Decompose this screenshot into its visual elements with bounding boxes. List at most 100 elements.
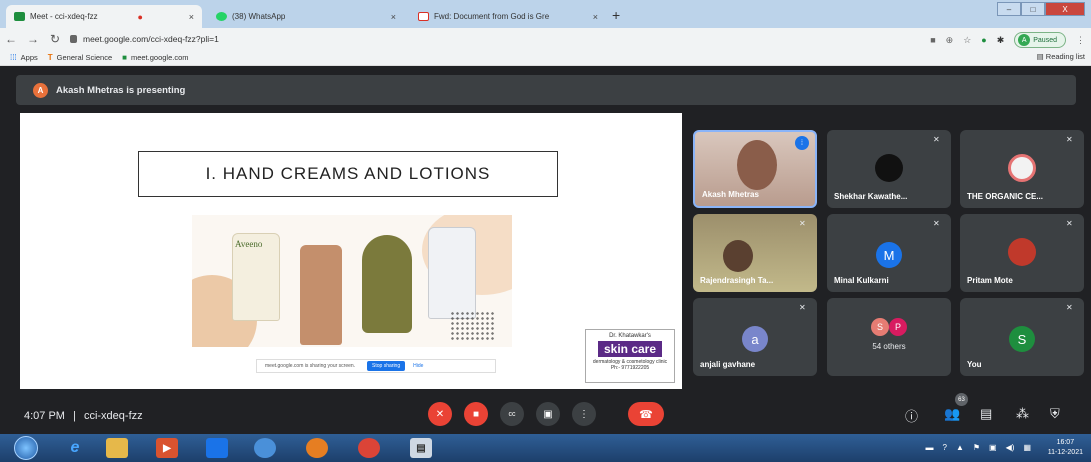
tab-close-button[interactable]: × (391, 12, 396, 22)
mic-off-icon: ✕ (799, 303, 806, 312)
extension-icon[interactable]: ● (981, 35, 986, 45)
participant-tile[interactable]: ⁞ Akash Mhetras (693, 130, 817, 208)
participant-tile[interactable]: ✕ Shekhar Kawathe... (827, 130, 951, 208)
close-window-button[interactable]: X (1045, 2, 1085, 16)
present-button[interactable]: ▣ (536, 402, 560, 426)
network-icon[interactable]: ▣ (989, 443, 997, 452)
clinic-logo: Dr. Khatawkar's skin care dermatology & … (585, 329, 675, 383)
participant-name: Akash Mhetras (702, 190, 759, 199)
back-icon[interactable]: ← (0, 32, 22, 46)
windows-taskbar: e ▶ ▤ ▬ ? ▲ ⚑ ▣ ◀) ▦ 16:07 11-12-2021 (0, 434, 1091, 462)
start-button[interactable] (14, 436, 38, 460)
info-icon[interactable]: ⓘ (905, 406, 918, 425)
participant-tile[interactable]: ✕ a anjali gavhane (693, 298, 817, 376)
maximize-button[interactable]: □ (1021, 2, 1045, 16)
flag-icon[interactable]: ⚑ (973, 443, 980, 452)
participant-tile[interactable]: ✕ Pritam Mote (960, 214, 1084, 292)
notepad-icon[interactable]: ▤ (410, 438, 432, 458)
bookmark-apps[interactable]: ⁞⁞⁞ Apps (10, 53, 38, 62)
people-icon[interactable]: 👥 (944, 406, 960, 422)
folder-icon[interactable] (106, 438, 128, 458)
participant-tile[interactable]: ✕ M Minal Kulkarni (827, 214, 951, 292)
self-tile[interactable]: ✕ S You (960, 298, 1084, 376)
browser-toolbar: ← → ↻ meet.google.com/cci-xdeq-fzz?pli=1… (0, 28, 1091, 50)
meeting-time: 4:07 PM (24, 410, 65, 422)
activities-icon[interactable]: ⁂ (1016, 406, 1029, 422)
system-clock[interactable]: 16:07 11-12-2021 (1048, 438, 1083, 458)
mic-off-icon: ✕ (1066, 135, 1073, 144)
address-bar[interactable]: meet.google.com/cci-xdeq-fzz?pli=1 (70, 34, 219, 44)
more-icon: ⋮ (579, 408, 589, 420)
tab-whatsapp[interactable]: (38) WhatsApp × (208, 5, 404, 28)
camera-toggle-button[interactable]: ■ (464, 402, 488, 426)
reload-icon[interactable]: ↻ (44, 32, 66, 46)
url-text: meet.google.com/cci-xdeq-fzz?pli=1 (83, 34, 219, 44)
participant-name: You (967, 360, 982, 369)
profile-button[interactable]: A Paused (1014, 32, 1066, 48)
forward-icon[interactable]: → (22, 32, 44, 46)
browser-window: Meet - cci-xdeq-fzz ● × (38) WhatsApp × … (0, 0, 1091, 462)
participant-tile[interactable]: ✕ Rajendrasingh Ta... (693, 214, 817, 292)
zoom-icon[interactable]: ⊕ (946, 35, 954, 46)
participant-tile[interactable]: ✕ THE ORGANIC CE... (960, 130, 1084, 208)
host-controls-icon[interactable]: ⛨ (1050, 406, 1060, 422)
others-tile[interactable]: S P 54 others (827, 298, 951, 376)
volume-icon[interactable]: ◀) (1006, 443, 1015, 452)
participant-avatar: S (1009, 326, 1035, 352)
reading-list-button[interactable]: ▤ Reading list (1037, 52, 1085, 61)
keyboard-icon[interactable]: ▦ (1023, 443, 1031, 452)
separator: | (73, 410, 76, 422)
tab-meet[interactable]: Meet - cci-xdeq-fzz ● × (6, 5, 202, 28)
slide-title: I. HAND CREAMS AND LOTIONS (138, 151, 558, 197)
participant-name: Pritam Mote (967, 276, 1013, 285)
meet-stage: A Akash Mhetras is presenting I. HAND CR… (0, 66, 1091, 433)
tray-icon[interactable]: ▬ (926, 443, 934, 452)
hide-button[interactable]: Hide (413, 363, 423, 369)
bookmark-meet[interactable]: ■ meet.google.com (122, 53, 188, 62)
puzzle-icon[interactable]: ✱ (997, 35, 1005, 46)
camera-icon[interactable]: ■ (930, 35, 935, 45)
show-hidden-icon[interactable]: ▲ (956, 443, 964, 452)
presentation-slide: I. HAND CREAMS AND LOTIONS Aveeno meet.g… (20, 113, 682, 389)
captions-icon: cc (508, 410, 516, 418)
meeting-code: cci-xdeq-fzz (83, 410, 143, 422)
participant-avatar: M (876, 242, 902, 268)
tab-gmail[interactable]: Fwd: Document from God is Gre × (410, 5, 606, 28)
product-tube (428, 227, 476, 319)
participant-name: Shekhar Kawathe... (834, 192, 908, 201)
more-options-button[interactable]: ⋮ (572, 402, 596, 426)
star-icon[interactable]: ☆ (963, 35, 971, 46)
ie-icon[interactable]: e (64, 438, 86, 458)
leave-call-button[interactable]: ☎ (628, 402, 664, 426)
lock-icon (70, 35, 77, 43)
menu-icon[interactable]: ⋮ (1076, 35, 1085, 46)
minimize-button[interactable]: – (997, 2, 1021, 16)
present-icon: ▣ (543, 408, 553, 420)
mic-toggle-button[interactable]: ✕ (428, 402, 452, 426)
media-icon[interactable]: ▶ (156, 438, 178, 458)
participant-video (737, 140, 777, 190)
bookmark-general-science[interactable]: T General Science (48, 53, 112, 62)
chrome-icon[interactable] (358, 438, 380, 458)
tab-close-button[interactable]: × (593, 12, 598, 22)
product-tube (300, 245, 342, 345)
screen-share-notice: meet.google.com is sharing your screen. … (256, 359, 496, 373)
speaking-indicator-icon: ⁞ (795, 136, 809, 150)
captions-button[interactable]: cc (500, 402, 524, 426)
tab-close-button[interactable]: × (189, 12, 194, 22)
edge-icon[interactable] (254, 438, 276, 458)
presenter-text: Akash Mhetras is presenting (56, 84, 186, 96)
toolbar-actions: ■ ⊕ ☆ ● ✱ A Paused ⋮ (930, 32, 1085, 48)
meeting-info: 4:07 PM | cci-xdeq-fzz (24, 410, 143, 422)
reading-list-label: Reading list (1045, 52, 1085, 61)
window-controls: – □ X (997, 2, 1085, 16)
bookmark-label: Apps (20, 53, 38, 62)
chat-icon[interactable]: ▤ (980, 406, 992, 422)
app-icon[interactable] (306, 438, 328, 458)
whatsapp-icon (216, 12, 227, 21)
new-tab-button[interactable]: + (612, 7, 620, 23)
stop-sharing-button[interactable]: Stop sharing (367, 361, 406, 371)
help-icon[interactable]: ? (943, 443, 947, 452)
decor-dots (450, 311, 494, 341)
app-icon[interactable] (206, 438, 228, 458)
